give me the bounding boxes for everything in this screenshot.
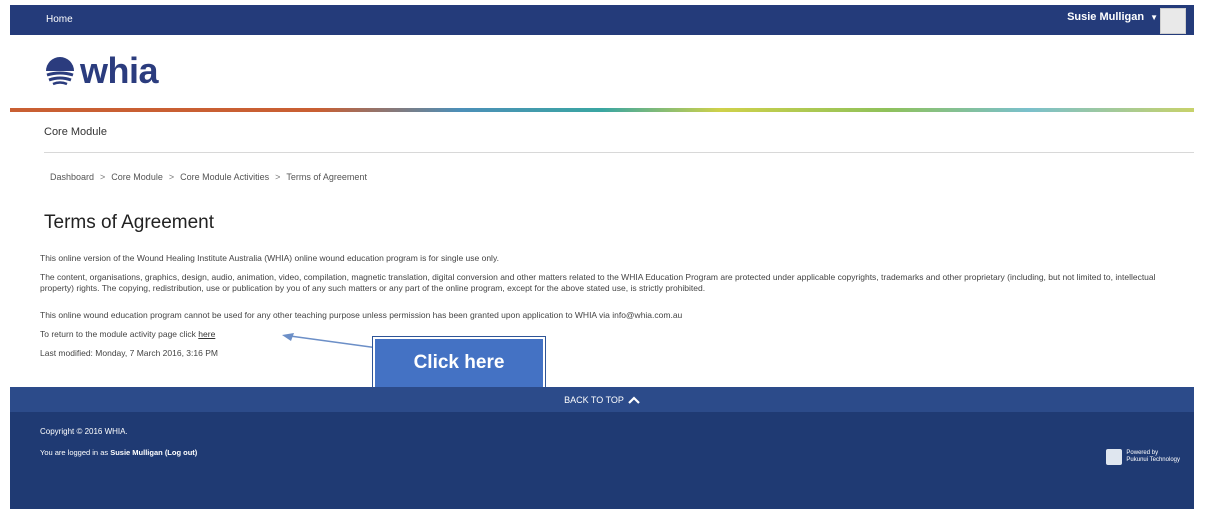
logged-in-user-link[interactable]: Susie Mulligan xyxy=(110,448,163,457)
last-modified: Last modified: Monday, 7 March 2016, 3:1… xyxy=(40,348,218,358)
pukunui-logo-icon xyxy=(1106,449,1123,465)
login-prefix: You are logged in as xyxy=(40,448,111,457)
footer-copyright: Copyright © 2016 WHIA. xyxy=(40,427,128,436)
breadcrumb: Dashboard > Core Module > Core Module Activi… xyxy=(50,172,367,182)
footer-login-info: You are logged in as Susie Mulligan (Log… xyxy=(40,448,197,457)
breadcrumb-dashboard[interactable]: Dashboard xyxy=(50,172,94,182)
breadcrumb-separator-icon: > xyxy=(275,172,281,182)
section-divider xyxy=(44,152,1194,153)
breadcrumb-activities[interactable]: Core Module Activities xyxy=(180,172,269,182)
paragraph-permission: This online wound education program cann… xyxy=(40,310,683,320)
powered-line2: Pukunui Technology xyxy=(1126,457,1180,463)
paragraph-copyright: The content, organisations, graphics, de… xyxy=(40,272,1156,293)
section-title: Core Module xyxy=(44,126,107,138)
powered-by-badge[interactable]: Powered by Pukunui Technology xyxy=(1106,449,1180,465)
avatar[interactable] xyxy=(1160,8,1186,34)
breadcrumb-separator-icon: > xyxy=(168,172,175,182)
breadcrumb-current: Terms of Agreement xyxy=(286,172,367,182)
back-to-top-button[interactable]: BACK TO TOP xyxy=(10,387,1194,412)
top-navbar: Home Susie Mulligan ▼ xyxy=(10,5,1194,35)
click-here-callout: Click here xyxy=(373,337,545,389)
chevron-up-icon xyxy=(628,395,640,404)
page-title: Terms of Agreement xyxy=(44,212,215,233)
breadcrumb-core-module[interactable]: Core Module xyxy=(111,172,163,182)
wave-logo-icon xyxy=(46,57,74,86)
powered-line1: Powered by xyxy=(1126,450,1159,456)
paragraph-return: To return to the module activity page cl… xyxy=(40,329,1190,340)
home-link[interactable]: Home xyxy=(46,14,73,25)
back-to-top-label: BACK TO TOP xyxy=(564,394,624,405)
brand-logo[interactable]: whia xyxy=(44,50,159,92)
caret-down-icon: ▼ xyxy=(1150,12,1158,22)
breadcrumb-separator-icon: > xyxy=(100,172,106,182)
return-link[interactable]: here xyxy=(198,329,215,339)
brand-name: whia xyxy=(80,50,159,91)
logout-link[interactable]: (Log out) xyxy=(165,448,197,457)
paragraph-usage: This online version of the Wound Healing… xyxy=(40,253,499,263)
user-menu[interactable]: Susie Mulligan ▼ xyxy=(1067,11,1158,23)
footer: Copyright © 2016 WHIA. You are logged in… xyxy=(10,412,1194,509)
color-divider xyxy=(10,108,1194,112)
user-name: Susie Mulligan xyxy=(1067,11,1145,23)
return-text: To return to the module activity page cl… xyxy=(40,329,199,339)
